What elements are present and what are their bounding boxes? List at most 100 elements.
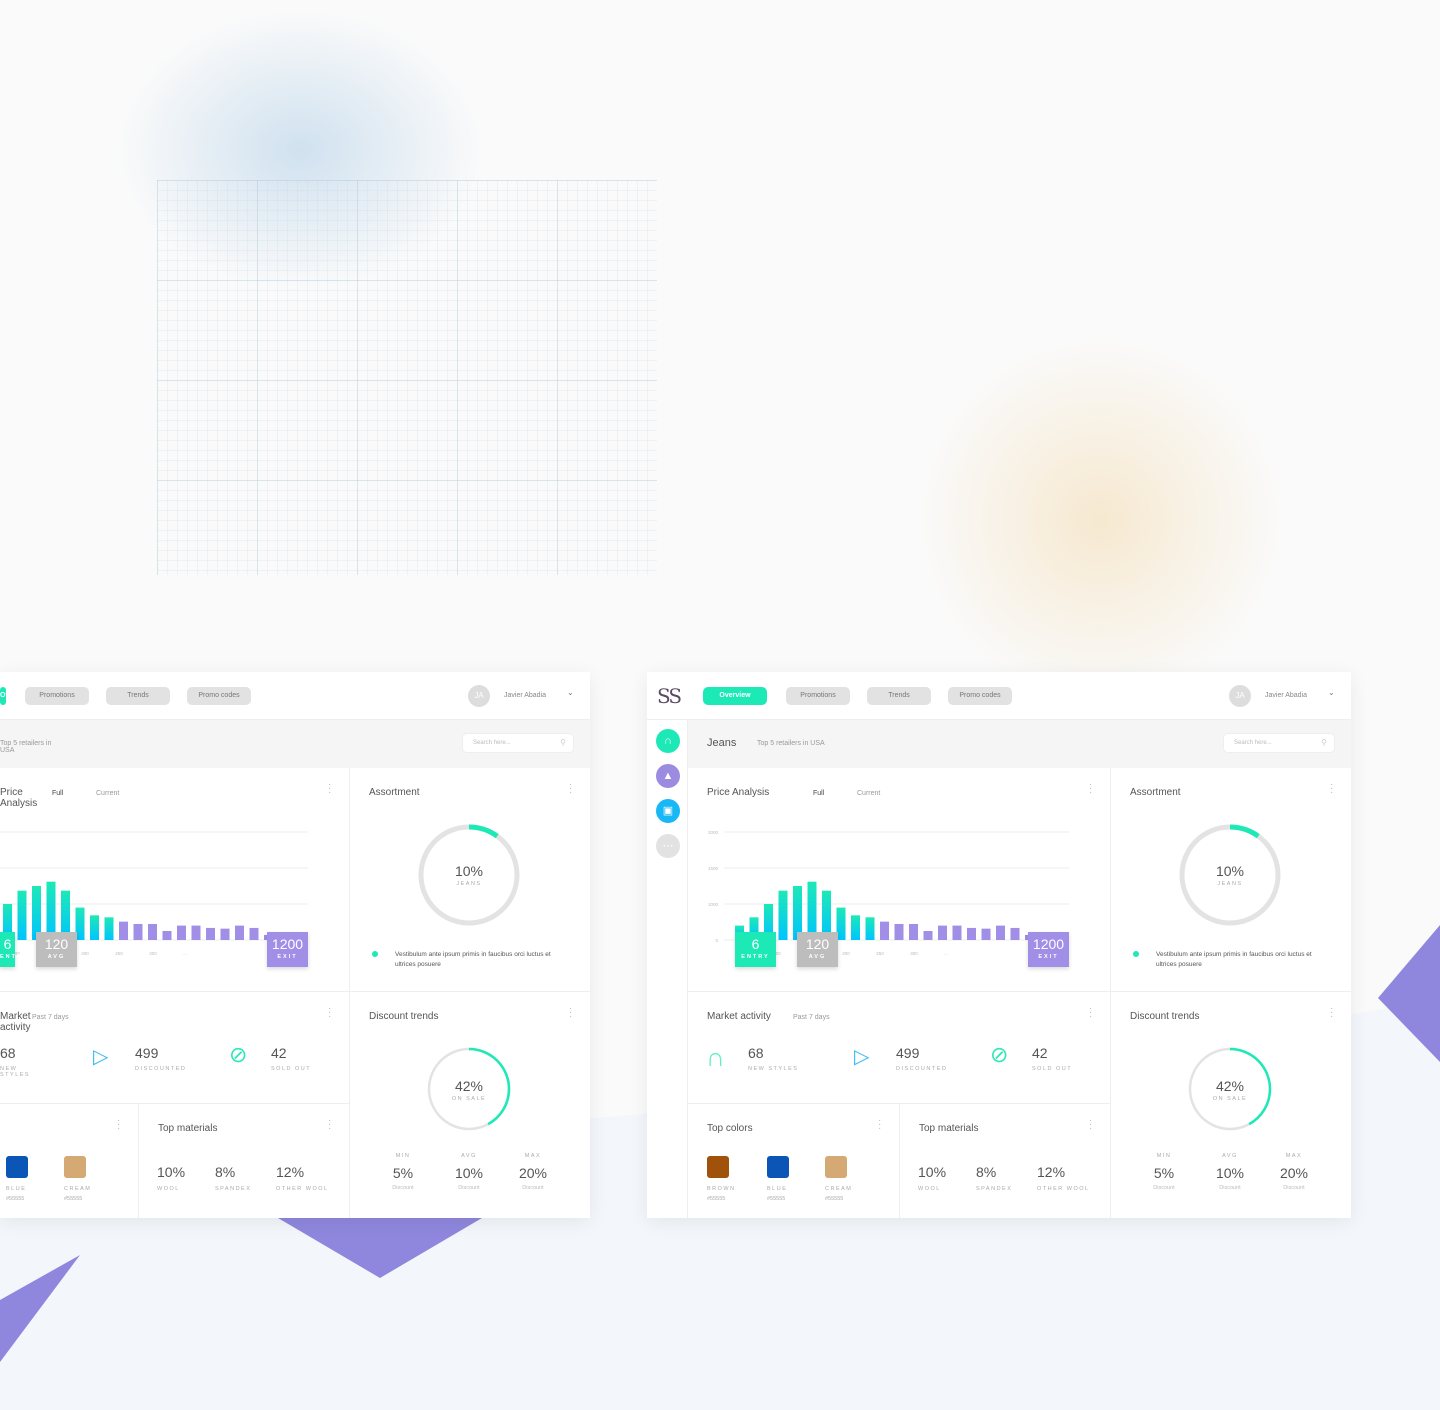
more-options-icon[interactable]: · · · [117, 1116, 120, 1134]
stat-value: 5% [392, 1165, 414, 1181]
histogram-bar [880, 921, 889, 940]
y-tick-label: 1500 [708, 866, 719, 871]
material-label: OTHER WOOL [276, 1186, 329, 1192]
stat-sub: Discount [392, 1185, 414, 1191]
color-name: BLUE [6, 1186, 27, 1192]
top-colors-card: · · · BLUE CREAM #55555 #55555 [0, 1104, 139, 1218]
avg-value: 120 [44, 936, 69, 952]
stat-label: MAX [1285, 1153, 1303, 1159]
material-label: SPANDEX [976, 1186, 1013, 1192]
more-options-icon[interactable]: · · · [1330, 780, 1333, 798]
more-options-icon[interactable]: · · · [1330, 1004, 1333, 1022]
card-title: Discount trends [1130, 1011, 1200, 1022]
x-tick-label: 300 [149, 951, 157, 956]
histogram-bar [162, 931, 172, 940]
search-input[interactable]: Search here... ⚲ [1223, 733, 1335, 753]
histogram-bar [133, 923, 143, 940]
more-options-icon[interactable]: · · · [878, 1116, 881, 1134]
user-name[interactable]: Javier Abadia [504, 692, 546, 699]
exit-value: 1200 [1032, 936, 1065, 952]
discount-trends-card: Discount trends · · · 42% ON SALE MIN AVG … [1111, 992, 1351, 1218]
histogram-bar [967, 927, 976, 940]
histogram-bar [938, 925, 947, 940]
price-analysis-card: Price Analysis Full Current · · · 0 1000 150… [688, 768, 1111, 992]
more-options-icon[interactable]: · · · [328, 1116, 331, 1134]
x-tick-label: ... [944, 951, 948, 956]
price-tag-icon: ▷ [854, 1046, 870, 1068]
color-swatch-brown [707, 1156, 729, 1178]
exit-marker: 1200 EXIT [267, 932, 308, 967]
stat-value: 68 [748, 1045, 764, 1061]
material-label: WOOL [918, 1186, 941, 1192]
user-name[interactable]: Javier Abadia [1265, 692, 1307, 699]
color-name: CREAM [64, 1186, 92, 1192]
x-tick-label: 200 [842, 951, 850, 956]
market-activity-card: Market activity Past 7 days · · · ∩ 68 NEW… [688, 992, 1111, 1104]
card-title: Top colors [707, 1123, 753, 1134]
histogram-bar [249, 927, 259, 940]
color-swatch-blue [767, 1156, 789, 1178]
discount-label: ON SALE [1212, 1096, 1248, 1102]
entry-marker: 6 ENTRY [0, 932, 26, 967]
legend-text: Vestibulum ante ipsum primis in faucibus… [395, 951, 551, 968]
y-tick-label: 2000 [708, 830, 719, 835]
histogram-bar [1010, 927, 1020, 940]
stat-label: SOLD OUT [271, 1066, 312, 1072]
legend-text: Vestibulum ante ipsum primis in faucibus… [1156, 951, 1312, 968]
more-options-icon[interactable]: · · · [328, 1004, 331, 1022]
exit-label: EXIT [277, 954, 298, 960]
exit-marker: 1200 EXIT [1028, 932, 1069, 967]
assortment-card: Assortment · · · 10% JEANS Vestibulum ante… [350, 768, 590, 992]
avg-label: AVG [808, 954, 827, 960]
color-name: CREAM [825, 1186, 853, 1192]
jeans-icon: ∩ [706, 1042, 725, 1072]
histogram-bar [17, 890, 27, 940]
stat-value: 10% [454, 1165, 484, 1181]
stat-value: 42 [271, 1045, 287, 1061]
avatar[interactable]: JA [468, 685, 490, 707]
more-options-icon[interactable]: · · · [1089, 1116, 1092, 1134]
more-options-icon[interactable]: · · · [569, 1004, 572, 1022]
more-options-icon[interactable]: · · · [1089, 1004, 1092, 1022]
discount-value: 42% [454, 1078, 484, 1094]
x-tick-label: 300 [910, 951, 918, 956]
histogram-bar [191, 925, 201, 940]
market-activity-card: Market activity Past 7 days · · · 68 NEW S… [0, 992, 350, 1104]
stat-value: 499 [135, 1045, 159, 1061]
more-options-icon[interactable]: · · · [569, 780, 572, 798]
material-value: 8% [215, 1164, 236, 1180]
search-input[interactable]: Search here... ⚲ [462, 733, 574, 753]
histogram-bar [981, 928, 991, 940]
chevron-down-icon[interactable]: ⌄ [1328, 688, 1335, 697]
material-value: 12% [276, 1164, 305, 1180]
triangle-bottom-left [0, 1255, 80, 1362]
histogram-bar [206, 927, 215, 940]
histogram-bar [119, 921, 128, 940]
color-name: BLUE [767, 1186, 788, 1192]
top-colors-card: Top colors · · · BROWN BLUE CREAM #55555 #… [688, 1104, 900, 1218]
color-code: #55555 [64, 1196, 83, 1202]
histogram-bar [148, 923, 157, 940]
stat-value: 68 [0, 1045, 16, 1061]
stat-value: 5% [1153, 1165, 1175, 1181]
legend-dot [1133, 951, 1139, 957]
chevron-down-icon[interactable]: ⌄ [567, 688, 574, 697]
x-tick-label: ... [183, 951, 187, 956]
discount-trends-card: Discount trends · · · 42% ON SALE MIN AVG … [350, 992, 590, 1218]
more-options-icon[interactable]: · · · [1089, 780, 1092, 798]
assortment-label: JEANS [1217, 881, 1243, 887]
stat-label: MIN [395, 1153, 411, 1159]
card-title: Discount trends [369, 1011, 439, 1022]
search-icon[interactable]: ⚲ [1321, 738, 1327, 747]
stat-sub: Discount [458, 1185, 480, 1191]
stat-label: AVG [1222, 1153, 1238, 1159]
card-title: Top materials [158, 1123, 218, 1134]
histogram-bar [996, 925, 1005, 940]
search-icon[interactable]: ⚲ [560, 738, 566, 747]
exit-label: EXIT [1038, 954, 1059, 960]
stat-sub: Discount [1219, 1185, 1241, 1191]
stat-label: SOLD OUT [1032, 1066, 1073, 1072]
avatar[interactable]: JA [1229, 685, 1251, 707]
more-options-icon[interactable]: · · · [328, 780, 331, 798]
discount-value: 42% [1215, 1078, 1245, 1094]
